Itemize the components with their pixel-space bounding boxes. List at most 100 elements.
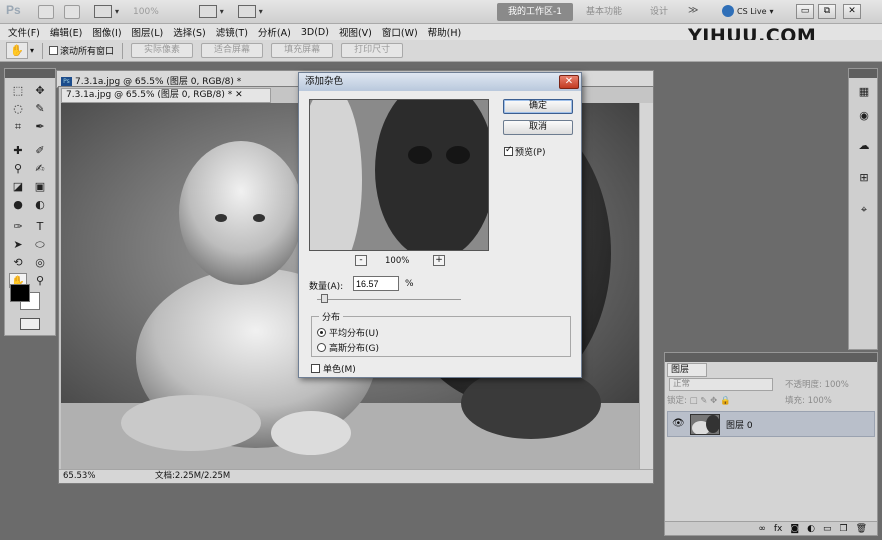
new-group-icon[interactable]: ▭ <box>823 524 832 534</box>
preview-zoom-label: 100% <box>385 256 410 266</box>
lock-icons[interactable]: □ ✎ ✥ 🔒 <box>690 396 731 406</box>
document-size-info[interactable]: 文档:2.25M/2.25M <box>155 470 230 483</box>
mini-bridge-icon[interactable] <box>64 4 80 19</box>
panel-header[interactable] <box>665 353 877 362</box>
workspace-design[interactable]: 设计 <box>650 3 668 21</box>
type-tool-icon[interactable]: T <box>31 219 49 234</box>
dodge-tool-icon[interactable]: ◐ <box>31 197 49 212</box>
quick-selection-tool-icon[interactable]: ✎ <box>31 101 49 116</box>
zoom-tool-icon[interactable]: ⚲ <box>31 273 49 288</box>
add-mask-icon[interactable]: ◙ <box>790 524 799 534</box>
workspace-active[interactable]: 我的工作区-1 <box>497 3 573 21</box>
gaussian-radio[interactable]: 高斯分布(G) <box>317 341 379 354</box>
uniform-radio[interactable]: 平均分布(U) <box>317 326 379 339</box>
panel-header[interactable] <box>849 69 877 78</box>
fill-row[interactable]: 填充: 100% <box>785 394 875 408</box>
document-tab[interactable]: 7.3.1a.jpg @ 65.5% (图层 0, RGB/8) * ✕ <box>61 88 271 103</box>
menu-edit[interactable]: 编辑(E) <box>50 25 82 39</box>
navigator-panel-icon[interactable]: ◉ <box>856 109 872 123</box>
fill-value[interactable]: 100% <box>808 396 832 406</box>
zoom-level-dropdown[interactable]: 100% <box>133 7 159 17</box>
amount-slider-thumb[interactable] <box>321 294 329 303</box>
close-window-button[interactable]: ✕ <box>843 4 861 19</box>
menu-file[interactable]: 文件(F) <box>8 25 40 39</box>
menu-help[interactable]: 帮助(H) <box>428 25 462 39</box>
close-tab-icon[interactable]: ✕ <box>235 90 243 100</box>
more-workspaces-button[interactable]: ≫ <box>688 5 698 16</box>
menu-select[interactable]: 选择(S) <box>173 25 205 39</box>
link-layers-icon[interactable]: ∞ <box>758 524 766 534</box>
menu-layer[interactable]: 图层(L) <box>132 25 164 39</box>
healing-brush-tool-icon[interactable]: ✚ <box>9 143 27 158</box>
preview-zoom-out-button[interactable]: - <box>355 255 367 266</box>
vertical-scrollbar[interactable] <box>639 103 653 469</box>
hand-tool-preset-icon[interactable]: ✋ <box>6 42 28 59</box>
menu-analysis[interactable]: 分析(A) <box>258 25 291 39</box>
brush-tool-icon[interactable]: ✐ <box>31 143 49 158</box>
fill-screen-button[interactable]: 填充屏幕 <box>271 43 334 58</box>
foreground-color-swatch[interactable] <box>10 284 30 302</box>
gradient-tool-icon[interactable]: ▣ <box>31 179 49 194</box>
adjustments-panel-icon[interactable]: ⊞ <box>856 171 872 185</box>
crop-tool-icon[interactable]: ⌗ <box>9 119 27 134</box>
menu-view[interactable]: 视图(V) <box>339 25 372 39</box>
zoom-readout[interactable]: 65.53% <box>63 470 95 483</box>
amount-slider-track[interactable] <box>317 299 461 300</box>
panel-header[interactable] <box>5 69 55 78</box>
eyedropper-tool-icon[interactable]: ✒ <box>31 119 49 134</box>
menu-filter[interactable]: 滤镜(T) <box>216 25 248 39</box>
histogram-panel-icon[interactable]: ▦ <box>856 85 872 99</box>
dialog-close-button[interactable]: ✕ <box>559 75 579 89</box>
blend-mode-select[interactable]: 正常 <box>669 378 773 391</box>
minimize-button[interactable]: ▭ <box>796 4 814 19</box>
3d-orbit-tool-icon[interactable]: ◎ <box>31 255 49 270</box>
menu-image[interactable]: 图像(I) <box>92 25 121 39</box>
layer-item[interactable]: 👁 图层 0 <box>667 411 875 437</box>
filter-preview[interactable] <box>309 99 489 251</box>
delete-layer-icon[interactable]: 🗑 <box>856 524 867 534</box>
shape-tool-icon[interactable]: ⬭ <box>31 237 49 252</box>
eraser-tool-icon[interactable]: ◪ <box>9 179 27 194</box>
pen-tool-icon[interactable]: ✑ <box>9 219 27 234</box>
cs-live-button[interactable]: CS Live ▾ <box>722 5 774 17</box>
marquee-tool-icon[interactable]: ⬚ <box>9 83 27 98</box>
chevron-down-icon[interactable]: ▾ <box>30 46 34 55</box>
blur-tool-icon[interactable]: ● <box>9 197 27 212</box>
adjustment-layer-icon[interactable]: ◐ <box>807 524 815 534</box>
move-tool-icon[interactable]: ✥ <box>31 83 49 98</box>
3d-rotate-tool-icon[interactable]: ⟲ <box>9 255 27 270</box>
opacity-value[interactable]: 100% <box>825 380 849 390</box>
fit-screen-button[interactable]: 适合屏幕 <box>201 43 264 58</box>
menu-3d[interactable]: 3D(D) <box>301 27 329 38</box>
maximize-button[interactable]: ⧉ <box>818 4 836 19</box>
ok-button[interactable]: 确定 <box>503 99 573 114</box>
quick-mask-icon[interactable] <box>20 318 40 330</box>
preview-zoom-in-button[interactable]: + <box>433 255 445 266</box>
lasso-tool-icon[interactable]: ◌ <box>9 101 27 116</box>
bridge-icon[interactable] <box>38 4 54 19</box>
amount-input[interactable] <box>353 276 399 291</box>
monochrome-checkbox[interactable]: 单色(M) <box>311 362 356 375</box>
transform-panel-icon[interactable]: ⌖ <box>856 203 872 217</box>
actual-pixels-button[interactable]: 实际像素 <box>131 43 194 58</box>
view-extras-dropdown[interactable]: ▾ <box>94 5 119 18</box>
opacity-row[interactable]: 不透明度: 100% <box>785 378 875 392</box>
dialog-title-bar[interactable]: 添加杂色 ✕ <box>299 73 581 91</box>
clone-stamp-tool-icon[interactable]: ⚲ <box>9 161 27 176</box>
scroll-all-windows-checkbox[interactable]: 滚动所有窗口 <box>49 44 114 57</box>
visibility-eye-icon[interactable]: 👁 <box>672 418 685 429</box>
tab-layers[interactable]: 图层 <box>667 363 707 377</box>
workspace-essentials[interactable]: 基本功能 <box>586 3 622 21</box>
menu-window[interactable]: 窗口(W) <box>382 25 418 39</box>
screen-mode-dropdown[interactable]: ▾ <box>237 5 263 18</box>
history-brush-tool-icon[interactable]: ✍ <box>31 161 49 176</box>
cancel-button[interactable]: 取消 <box>503 120 573 135</box>
print-size-button[interactable]: 打印尺寸 <box>341 43 404 58</box>
new-layer-icon[interactable]: ❐ <box>839 524 847 534</box>
arrange-documents-dropdown[interactable]: ▾ <box>198 5 224 18</box>
layer-style-icon[interactable]: fx <box>774 524 783 534</box>
path-selection-tool-icon[interactable]: ➤ <box>9 237 27 252</box>
preview-checkbox[interactable]: 预览(P) <box>504 145 545 158</box>
cs-live-label: CS Live <box>737 6 767 16</box>
color-panel-icon[interactable]: ☁ <box>856 139 872 153</box>
